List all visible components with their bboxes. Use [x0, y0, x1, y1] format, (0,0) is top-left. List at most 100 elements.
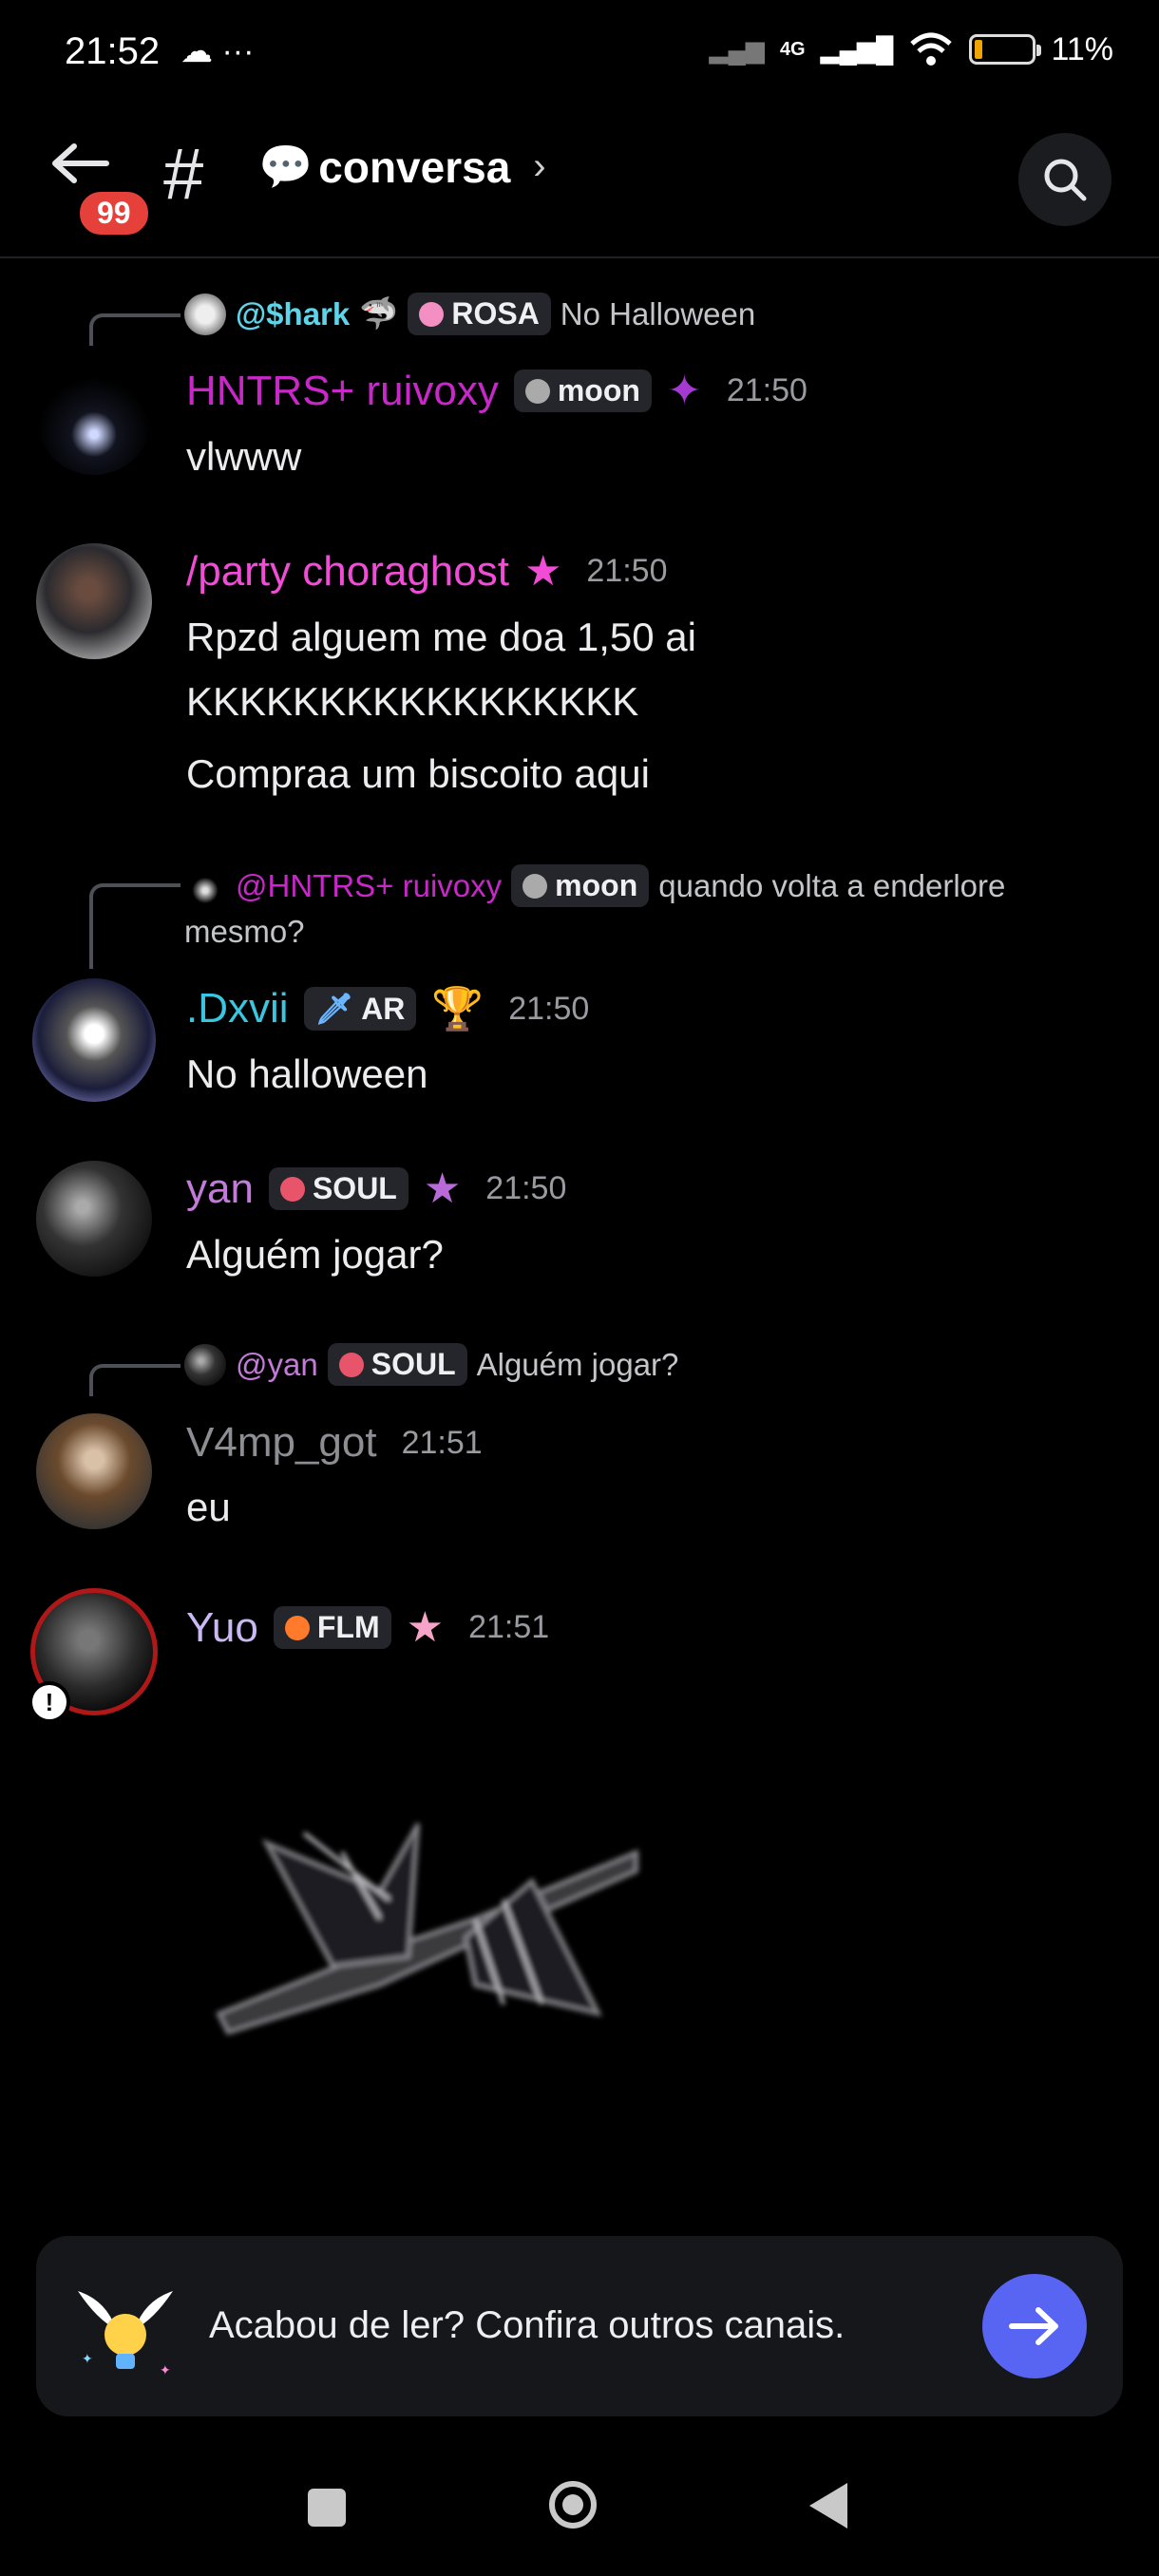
wifi-icon — [910, 32, 953, 66]
avatar[interactable] — [32, 978, 156, 1102]
system-back-button[interactable] — [809, 2483, 847, 2529]
role-tag: ROSA — [408, 293, 551, 335]
reply-text: No Halloween — [560, 295, 756, 331]
message-header: .Dxvii 🗡 AR 🏆 21:50 — [186, 984, 589, 1033]
role-tag: moon — [513, 369, 652, 412]
reply-author: @yan — [236, 1346, 318, 1382]
role-label: SOUL — [312, 1171, 397, 1205]
timestamp: 21:51 — [468, 1609, 550, 1645]
role-tag: 🗡 AR — [303, 987, 417, 1031]
username[interactable]: /party choraghost — [186, 548, 509, 596]
chevron-right-icon: › — [533, 145, 546, 187]
timestamp: 21:50 — [726, 372, 808, 408]
status-right: ▂▄▆ 4G ▂▄▆█ 11% — [710, 30, 1113, 68]
read-all-text: Acabou de ler? Confira outros canais. — [209, 2304, 846, 2346]
reply-preview[interactable]: @yan SOUL Alguém jogar? — [184, 1343, 678, 1386]
star-icon: ✦ — [666, 368, 702, 414]
reply-avatar — [184, 293, 226, 335]
shark-emoji: 🦈 — [359, 295, 399, 331]
message-text: Compraa um biscoito aqui — [186, 751, 650, 796]
reply-avatar — [184, 864, 226, 907]
message-text: Rpzd alguem me doa 1,50 ai — [186, 615, 696, 659]
reply-connector — [89, 1364, 180, 1396]
moon-icon — [524, 378, 550, 404]
channel-title[interactable]: 💬 conversa › — [258, 141, 546, 193]
signal-icon: ▂▄▆ — [709, 34, 765, 64]
channel-hash-icon: # — [163, 134, 204, 215]
status-alert-icon: ! — [28, 1681, 70, 1723]
message-text: vlwww — [186, 434, 302, 479]
username[interactable]: yan — [186, 1165, 254, 1213]
search-button[interactable] — [1018, 133, 1112, 226]
role-label: ROSA — [451, 296, 540, 331]
avatar[interactable] — [36, 1413, 152, 1529]
message-header: /party choraghost ★ 21:50 — [186, 547, 668, 596]
skull-icon — [279, 1176, 305, 1202]
header-divider — [0, 256, 1159, 258]
role-label: AR — [361, 991, 406, 1026]
reply-avatar — [184, 1343, 226, 1386]
message-text: Alguém jogar? — [186, 1232, 444, 1277]
next-channel-button[interactable] — [982, 2274, 1087, 2378]
battery-icon — [969, 34, 1042, 65]
role-tag: SOUL — [268, 1167, 408, 1210]
speech-bubble-icon: 💬 — [258, 142, 314, 191]
reply-text: Alguém jogar? — [476, 1346, 679, 1382]
battery-level: 11% — [1051, 30, 1113, 67]
sword-icon: 🗡 — [314, 992, 354, 1026]
timestamp: 21:50 — [508, 990, 590, 1027]
svg-text:✦: ✦ — [160, 2362, 171, 2377]
timestamp: 21:51 — [401, 1424, 483, 1461]
reply-preview[interactable]: @$hark 🦈 ROSA No Halloween — [184, 293, 755, 335]
reply-author: @HNTRS+ ruivoxy — [236, 867, 503, 903]
avatar[interactable] — [36, 359, 152, 475]
fire-icon — [284, 1615, 310, 1640]
notification-icons: ☁ ··· — [180, 33, 255, 69]
username[interactable]: .Dxvii — [186, 985, 289, 1032]
role-tag: moon — [511, 864, 650, 907]
message-text: No halloween — [186, 1051, 428, 1096]
message-header: HNTRS+ ruivoxy moon ✦ 21:50 — [186, 367, 808, 415]
timestamp: 21:50 — [586, 553, 668, 589]
channel-name: conversa — [318, 142, 511, 192]
recents-button[interactable] — [308, 2489, 346, 2527]
moon-icon — [522, 873, 548, 899]
star-icon: ★ — [423, 1165, 462, 1212]
timestamp: 21:50 — [485, 1170, 567, 1206]
message-text: eu — [186, 1485, 231, 1529]
svg-text:✦: ✦ — [82, 2351, 93, 2366]
star-icon: ★ — [523, 548, 562, 595]
heart-icon — [419, 301, 445, 327]
dragon-sticker-icon — [216, 1823, 638, 2036]
search-icon — [1044, 159, 1087, 201]
role-tag: SOUL — [327, 1343, 467, 1386]
reply-text-continued: mesmo? — [184, 914, 305, 949]
home-button[interactable] — [549, 2481, 597, 2529]
status-time: 21:52 — [65, 30, 161, 72]
avatar[interactable] — [36, 1161, 152, 1277]
reply-preview[interactable]: @HNTRS+ ruivoxy moon quando volta a ende… — [184, 864, 1005, 907]
reply-author: @$hark — [236, 295, 351, 331]
message-header: Yuo FLM ★ 21:51 — [186, 1603, 549, 1652]
skull-icon — [338, 1352, 364, 1377]
star-icon: ★ — [406, 1604, 445, 1651]
reply-connector — [89, 883, 180, 969]
arrow-left-icon — [52, 143, 109, 183]
lightbulb-wings-icon: ✦ ✦ — [68, 2272, 182, 2386]
avatar[interactable] — [36, 543, 152, 659]
username[interactable]: HNTRS+ ruivoxy — [186, 368, 499, 415]
network-label: 4G — [779, 38, 806, 60]
reply-connector — [89, 313, 180, 346]
username[interactable]: V4mp_got — [186, 1419, 377, 1467]
username[interactable]: Yuo — [186, 1604, 258, 1652]
dragon-image[interactable] — [190, 1767, 665, 2052]
role-label: moon — [555, 868, 638, 902]
unread-badge: 99 — [76, 188, 152, 238]
trophy-icon: 🏆 — [431, 986, 484, 1032]
signal-bars-icon: ▂▄▆█ — [820, 34, 894, 64]
role-label: FLM — [316, 1610, 380, 1644]
role-label: moon — [557, 373, 640, 407]
arrow-right-icon — [1009, 2307, 1058, 2345]
role-tag: FLM — [273, 1606, 391, 1649]
message-text: KKKKKKKKKKKKKKKKK — [186, 679, 639, 724]
